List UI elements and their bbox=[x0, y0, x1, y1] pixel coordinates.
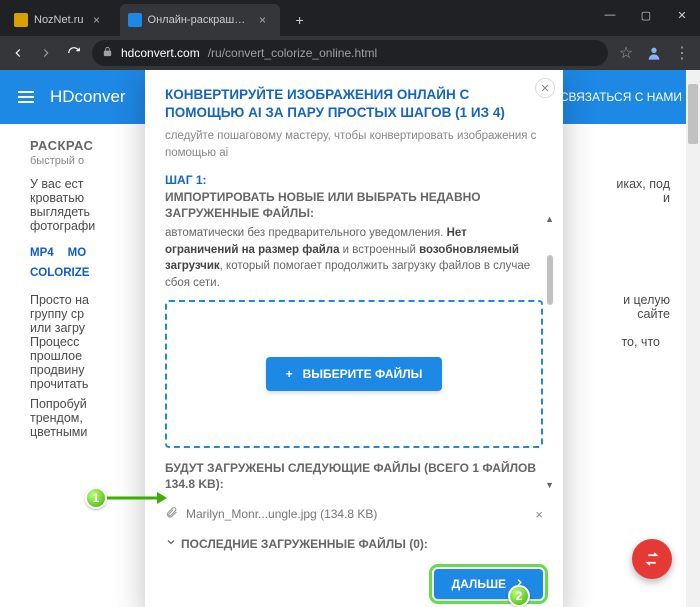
scroll-thumb[interactable] bbox=[688, 84, 698, 144]
browser-tab-2[interactable]: Онлайн-раскрашивание черно × bbox=[120, 4, 280, 36]
choose-files-label: ВЫБЕРИТЕ ФАЙЛЫ bbox=[303, 367, 423, 381]
brand-logo[interactable]: HDconver bbox=[50, 87, 126, 107]
format-link[interactable]: MP4 bbox=[30, 247, 54, 259]
annotation-callout-1: 1 bbox=[85, 487, 107, 509]
next-label: ДАЛЬШЕ bbox=[452, 577, 506, 591]
page-scrollbar[interactable] bbox=[686, 70, 700, 607]
minimize-button[interactable]: — bbox=[592, 0, 628, 30]
window-titlebar: NozNet.ru × Онлайн-раскрашивание черно ×… bbox=[0, 0, 700, 36]
close-icon[interactable]: × bbox=[90, 13, 104, 27]
format-link[interactable]: COLORIZE bbox=[30, 267, 89, 279]
lock-icon bbox=[102, 44, 113, 62]
close-icon[interactable]: × bbox=[256, 13, 270, 27]
wizard-modal: ✕ КОНВЕРТИРУЙТЕ ИЗОБРАЖЕНИЯ ОНЛАЙН С ПОМ… bbox=[145, 70, 563, 607]
plus-icon: + bbox=[286, 367, 293, 381]
close-button[interactable]: ✕ bbox=[664, 0, 700, 30]
next-button[interactable]: ДАЛЬШЕ bbox=[434, 569, 543, 599]
forward-button[interactable] bbox=[36, 43, 56, 63]
new-tab-button[interactable]: + bbox=[288, 8, 312, 32]
favicon bbox=[14, 13, 28, 27]
star-icon[interactable]: ☆ bbox=[616, 43, 636, 63]
address-bar[interactable]: hdconvert.com/ru/convert_colorize_online… bbox=[92, 40, 608, 66]
tab-title: NozNet.ru bbox=[34, 14, 84, 26]
url-path: /ru/convert_colorize_online.html bbox=[208, 46, 377, 60]
recent-files-label: ПОСЛЕДНИЕ ЗАГРУЖЕННЫЕ ФАЙЛЫ (0): bbox=[181, 537, 428, 551]
contact-label: СВЯЗАТЬСЯ С НАМИ bbox=[560, 90, 682, 104]
profile-icon[interactable] bbox=[644, 43, 664, 63]
queued-files-heading: БУДУТ ЗАГРУЖЕНЫ СЛЕДУЮЩИЕ ФАЙЛЫ (ВСЕГО 1… bbox=[165, 460, 543, 492]
tab-title: Онлайн-раскрашивание черно bbox=[148, 14, 250, 26]
step-title: ИМПОРТИРОВАТЬ НОВЫЕ ИЛИ ВЫБРАТЬ НЕДАВНО … bbox=[165, 189, 543, 221]
annotation-badge: 1 bbox=[85, 487, 107, 509]
step-description: автоматически без предварительного уведо… bbox=[165, 225, 543, 292]
chevron-right-icon bbox=[514, 577, 525, 591]
url-host: hdconvert.com bbox=[121, 46, 200, 60]
back-button[interactable] bbox=[8, 43, 28, 63]
menu-icon[interactable]: ⋮ bbox=[672, 43, 692, 63]
hamburger-icon[interactable] bbox=[18, 91, 34, 103]
format-link[interactable]: MO bbox=[68, 247, 87, 259]
window-controls: — ▢ ✕ bbox=[592, 0, 700, 30]
close-icon[interactable]: ✕ bbox=[535, 78, 555, 98]
page-content: HDconver СВЯЗАТЬСЯ С НАМИ РАСКРАС быстры… bbox=[0, 70, 700, 607]
step-label: ШАГ 1: bbox=[165, 173, 543, 187]
choose-files-button[interactable]: + ВЫБЕРИТЕ ФАЙЛЫ bbox=[266, 357, 443, 391]
modal-subtitle: следуйте пошаговому мастеру, чтобы конве… bbox=[165, 128, 543, 160]
chevron-down-icon bbox=[165, 536, 177, 551]
modal-title: КОНВЕРТИРУЙТЕ ИЗОБРАЖЕНИЯ ОНЛАЙН С ПОМОЩ… bbox=[165, 86, 543, 122]
browser-toolbar: hdconvert.com/ru/convert_colorize_online… bbox=[0, 36, 700, 70]
swap-fab-button[interactable] bbox=[632, 539, 672, 579]
file-drop-zone[interactable]: + ВЫБЕРИТЕ ФАЙЛЫ bbox=[165, 300, 543, 448]
reload-button[interactable] bbox=[64, 43, 84, 63]
recent-files-toggle[interactable]: ПОСЛЕДНИЕ ЗАГРУЖЕННЫЕ ФАЙЛЫ (0): bbox=[165, 536, 543, 551]
file-name: Marilyn_Monr...ungle.jpg (134.8 KB) bbox=[186, 507, 377, 521]
paperclip-icon bbox=[165, 506, 178, 522]
favicon bbox=[128, 13, 142, 27]
panel-scrollbar[interactable]: ▲ ▼ bbox=[547, 225, 553, 292]
maximize-button[interactable]: ▢ bbox=[628, 0, 664, 30]
remove-file-button[interactable]: × bbox=[535, 507, 543, 522]
queued-file-row: Marilyn_Monr...ungle.jpg (134.8 KB) × bbox=[165, 506, 543, 522]
browser-tab-1[interactable]: NozNet.ru × bbox=[6, 4, 114, 36]
